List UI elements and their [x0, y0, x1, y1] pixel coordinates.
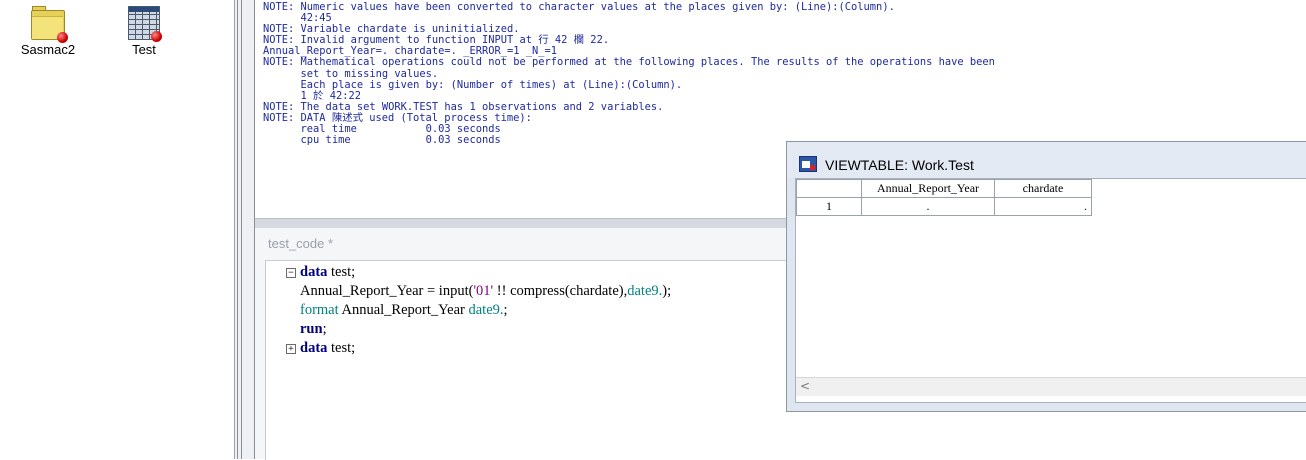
code-line[interactable]: data test; — [300, 340, 355, 359]
log-line: NOTE: Numeric values have been converted… — [263, 1, 895, 13]
viewtable-window[interactable]: VIEWTABLE: Work.Test Annual_Report_Year … — [786, 141, 1306, 412]
table-cell[interactable]: . — [994, 197, 1092, 216]
library-item-test[interactable]: Test — [112, 6, 176, 57]
log-line: Each place is given by: (Number of times… — [263, 78, 683, 91]
viewtable-grid-area[interactable]: Annual_Report_Year chardate 1 . . < — [795, 178, 1306, 403]
library-item-sasmac2[interactable]: Sasmac2 — [16, 6, 80, 57]
viewtable-app-icon — [799, 156, 817, 172]
collapse-block-icon[interactable]: − — [286, 268, 296, 278]
grid-corner — [796, 179, 862, 198]
log-line: set to missing values. — [263, 67, 439, 80]
table-dataset-icon — [128, 6, 162, 42]
table-cell[interactable]: . — [861, 197, 995, 216]
scroll-left-icon[interactable]: < — [800, 379, 810, 393]
explorer-panel: Sasmac2 Test — [0, 0, 235, 459]
library-item-label: Sasmac2 — [20, 42, 76, 57]
code-line[interactable]: data test; — [300, 264, 355, 283]
panel-splitter[interactable] — [235, 0, 255, 459]
data-grid[interactable]: Annual_Report_Year chardate 1 . . — [796, 179, 1092, 216]
expand-block-icon[interactable]: + — [286, 344, 296, 354]
code-line[interactable]: Annual_Report_Year = input('01' !! compr… — [300, 283, 671, 302]
editor-title: test_code * — [268, 236, 334, 251]
column-header[interactable]: Annual_Report_Year — [861, 179, 995, 198]
row-number[interactable]: 1 — [796, 197, 862, 216]
code-line[interactable]: run; — [300, 321, 327, 340]
library-item-label: Test — [132, 42, 156, 57]
log-line: NOTE: Mathematical operations could not … — [263, 56, 995, 69]
viewtable-title: VIEWTABLE: Work.Test — [825, 157, 974, 173]
column-header[interactable]: chardate — [994, 179, 1092, 198]
viewtable-titlebar[interactable]: VIEWTABLE: Work.Test — [787, 142, 1306, 178]
folder-library-icon — [31, 6, 68, 43]
horizontal-scrollbar[interactable]: < — [796, 377, 1306, 396]
log-text: NOTE: Numeric values have been converted… — [255, 0, 1306, 146]
code-line[interactable]: format Annual_Report_Year date9.; — [300, 302, 508, 321]
table-row[interactable]: 1 . . — [796, 197, 1092, 216]
